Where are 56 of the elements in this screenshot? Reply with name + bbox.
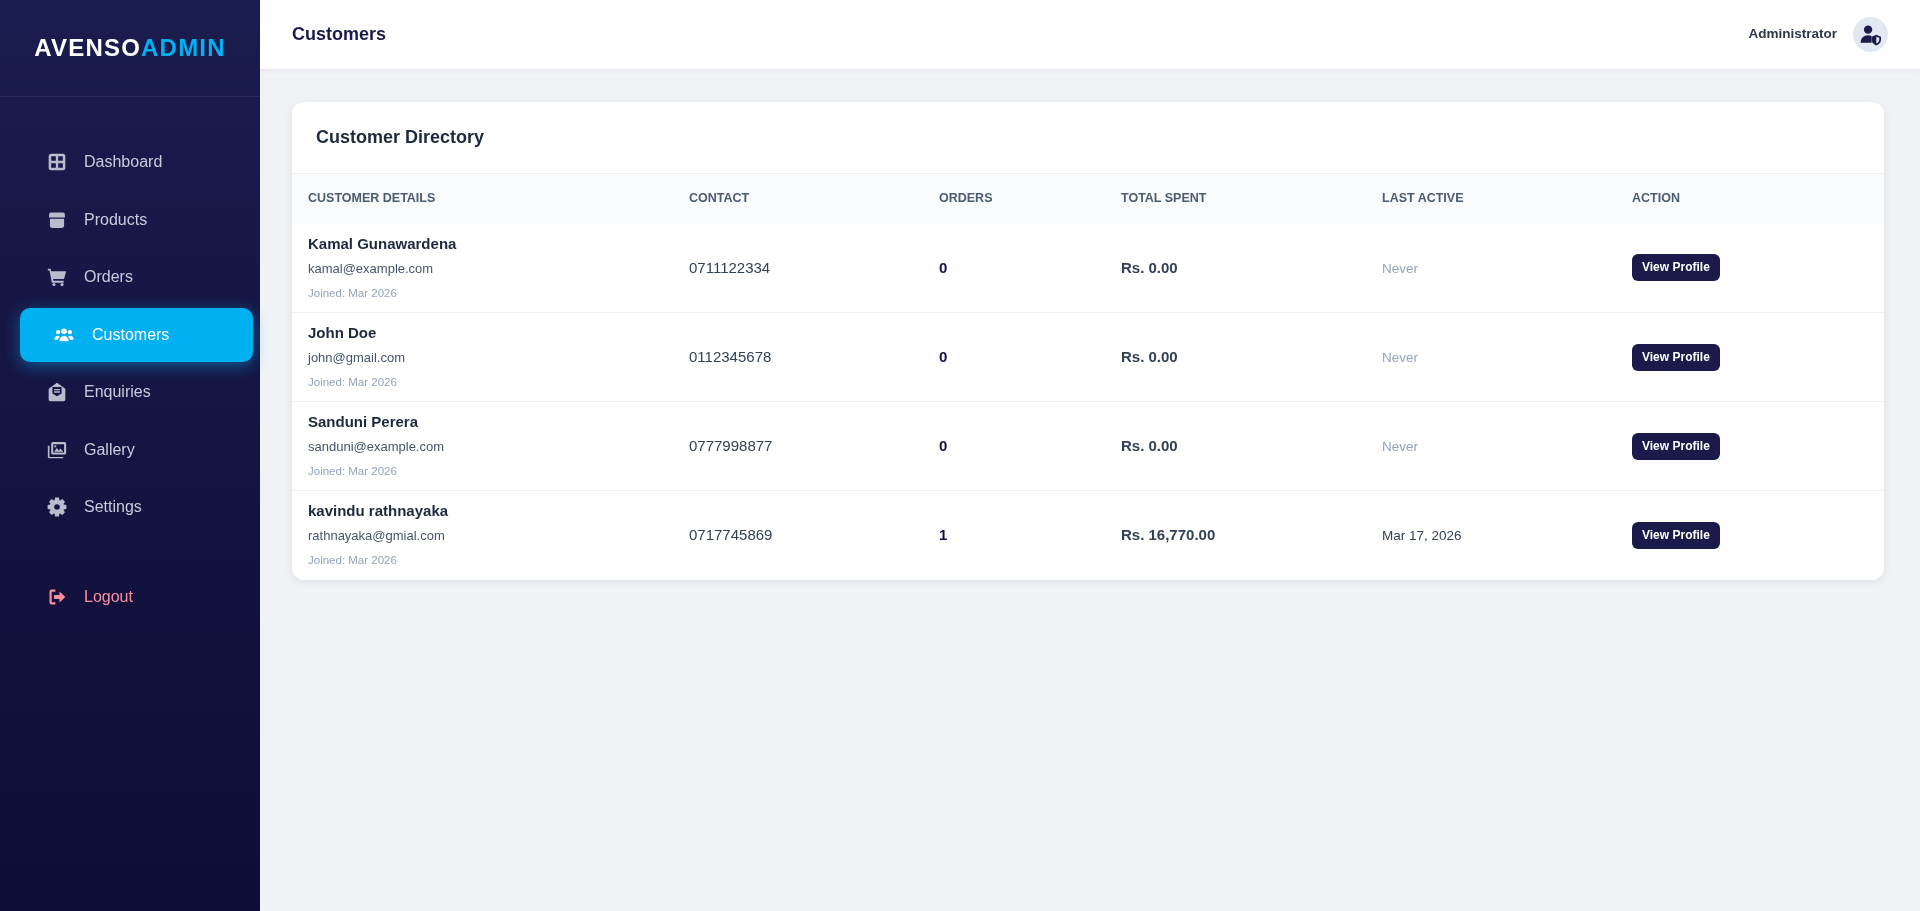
column-header: CUSTOMER DETAILS xyxy=(292,173,673,224)
joined-date: Joined: Mar 2026 xyxy=(308,375,397,390)
joined-date: Joined: Mar 2026 xyxy=(308,285,397,301)
customer-name: Sanduni Perera xyxy=(308,412,419,432)
column-header: CONTACT xyxy=(673,173,923,224)
joined-date: Joined: Mar 2026 xyxy=(308,553,397,569)
grid-icon xyxy=(47,152,67,172)
page-title: Customers xyxy=(292,23,387,46)
total-spent: Rs. 16,770.00 xyxy=(1121,526,1216,544)
cart-icon xyxy=(47,267,67,287)
nav-link[interactable]: Gallery xyxy=(15,422,248,477)
phone-number: 0777998877 xyxy=(689,437,773,454)
settings-icon xyxy=(47,497,67,517)
nav-link[interactable]: Orders xyxy=(15,250,248,304)
last-active: Mar 17, 2026 xyxy=(1382,528,1462,544)
view-profile-button[interactable]: View Profile xyxy=(1632,521,1720,549)
phone-number: 0112345678 xyxy=(689,348,772,365)
order-count: 0 xyxy=(939,437,948,454)
total-spent: Rs. 0.00 xyxy=(1121,258,1178,276)
customer-name: kavindu rathnayaka xyxy=(308,501,449,522)
customer-name: John Doe xyxy=(308,323,377,343)
logout-link[interactable]: Logout xyxy=(15,570,248,624)
view-profile-button[interactable]: View Profile xyxy=(1632,432,1720,460)
view-profile-button[interactable]: View Profile xyxy=(1632,343,1720,371)
logo-text: AVENSOADMIN xyxy=(34,33,226,63)
last-active: Never xyxy=(1382,439,1418,454)
column-header: ACTION xyxy=(1616,173,1884,224)
customer-email: sanduni@example.com xyxy=(308,438,445,456)
column-header: LAST ACTIVE xyxy=(1366,173,1616,224)
envelope-icon xyxy=(47,382,67,402)
order-count: 1 xyxy=(939,526,948,544)
total-spent: Rs. 0.00 xyxy=(1121,437,1178,454)
user-name: Administrator xyxy=(1748,25,1837,44)
nav-link[interactable]: Settings xyxy=(15,480,248,534)
customer-email: kamal@example.com xyxy=(308,259,434,278)
logout-icon xyxy=(47,587,67,607)
order-count: 0 xyxy=(939,348,948,365)
column-header: ORDERS xyxy=(923,173,1105,224)
view-profile-button[interactable]: View Profile xyxy=(1632,254,1720,282)
phone-number: 0711122334 xyxy=(689,258,771,276)
order-count: 0 xyxy=(939,258,948,276)
last-active: Never xyxy=(1382,260,1418,276)
card-title: Customer Directory xyxy=(315,125,486,149)
customer-email: rathnayaka@gmial.com xyxy=(308,527,445,546)
last-active: Never xyxy=(1382,350,1418,365)
nav-link[interactable]: Products xyxy=(15,192,248,247)
phone-number: 0717745869 xyxy=(689,526,773,544)
nav-link[interactable]: Dashboard xyxy=(15,135,248,189)
customer-name: Kamal Gunawardena xyxy=(308,233,457,254)
customer-email: john@gmail.com xyxy=(308,349,405,367)
total-spent: Rs. 0.00 xyxy=(1121,348,1178,365)
joined-date: Joined: Mar 2026 xyxy=(308,464,397,479)
nav-link[interactable]: Enquiries xyxy=(15,365,248,419)
images-icon xyxy=(47,439,67,460)
column-header: TOTAL SPENT xyxy=(1105,173,1366,224)
user-shield-icon[interactable] xyxy=(1853,17,1888,52)
